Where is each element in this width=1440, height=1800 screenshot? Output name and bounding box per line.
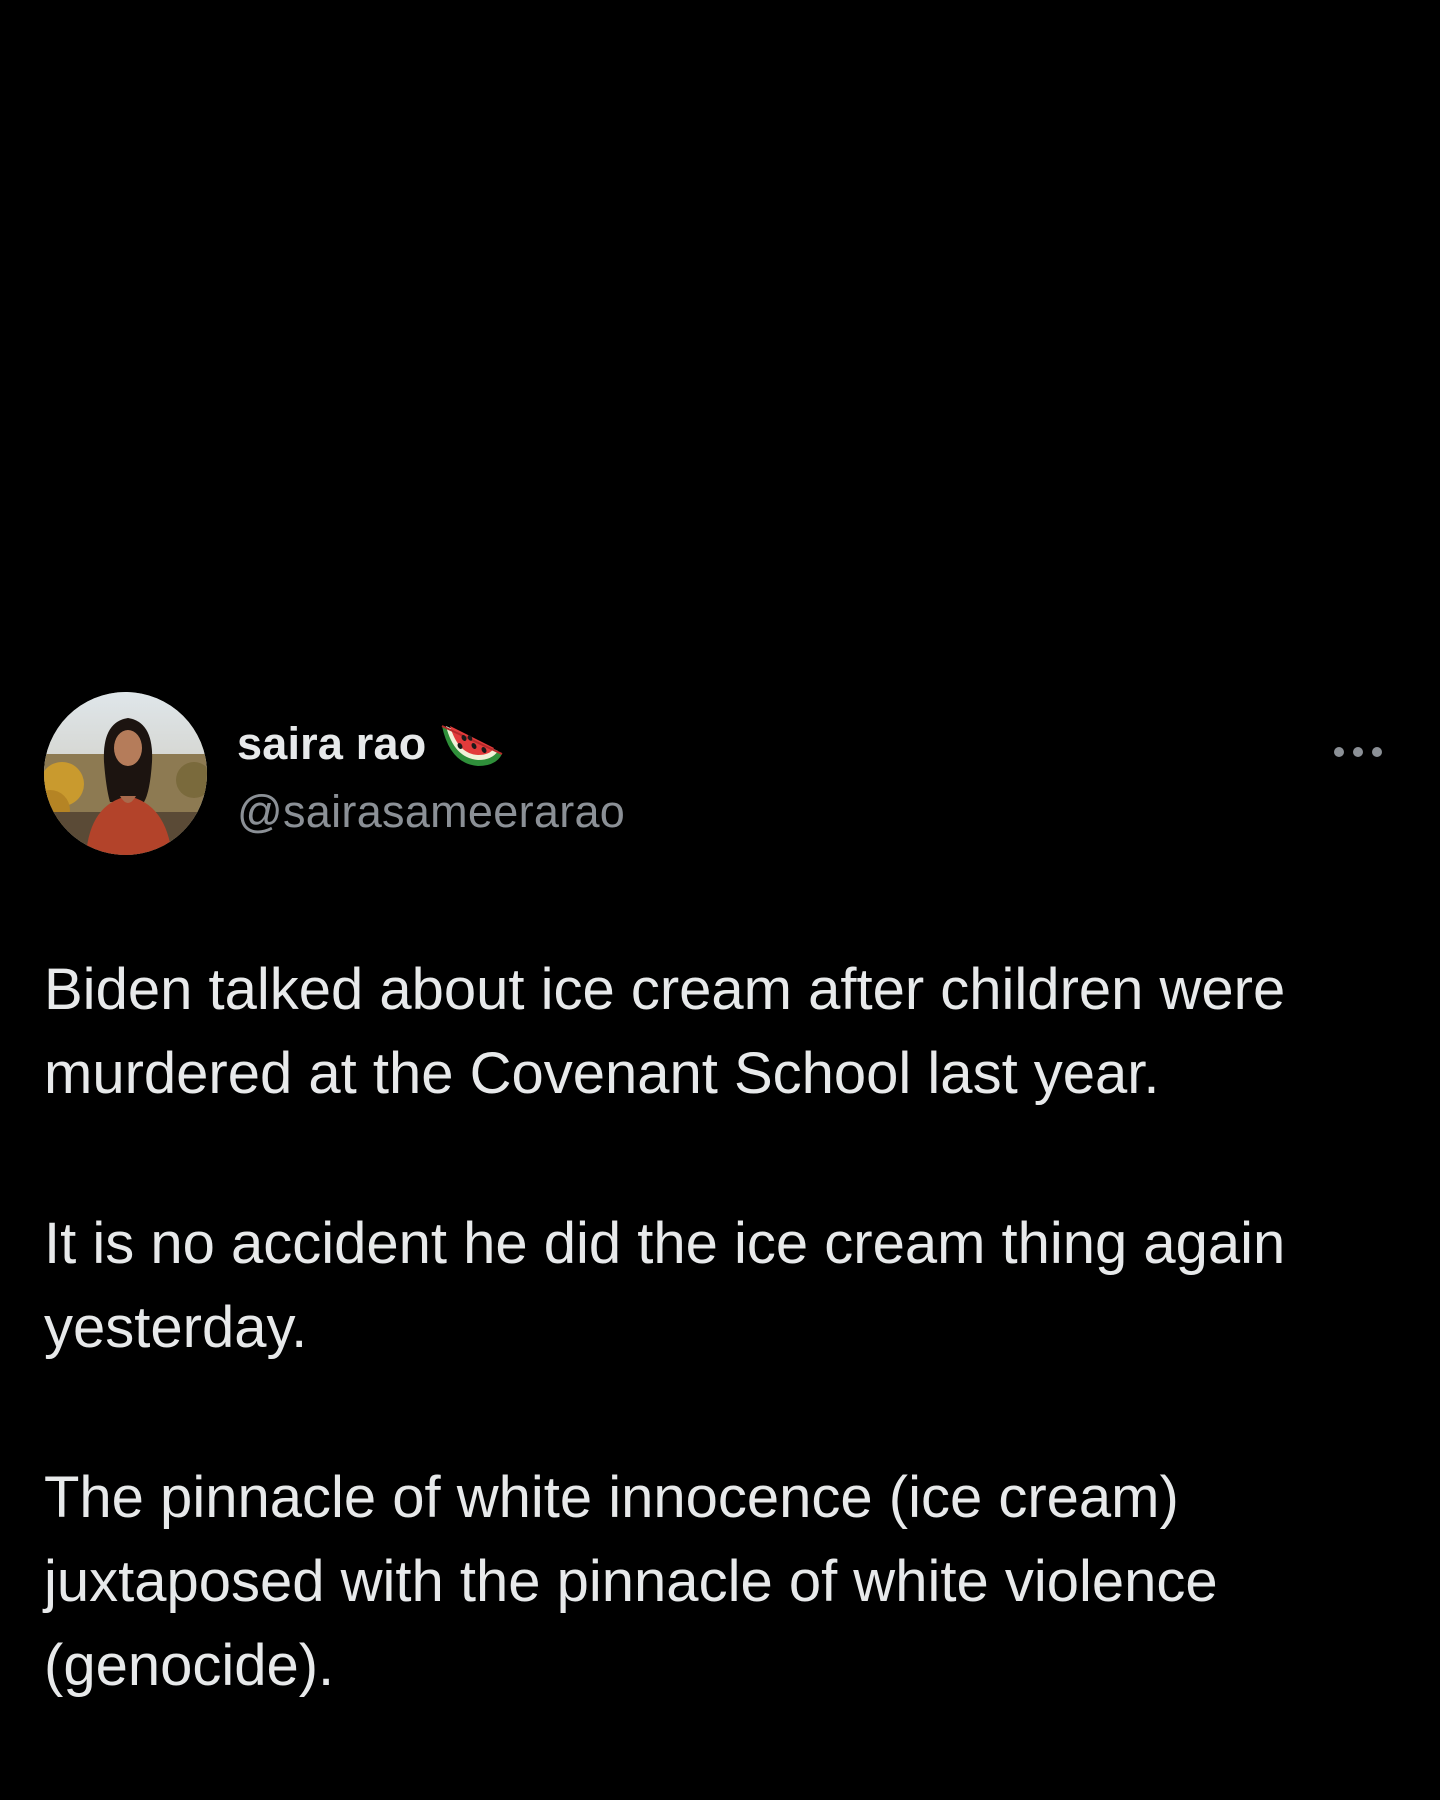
avatar[interactable] xyxy=(44,692,207,855)
display-name-row: saira rao xyxy=(237,714,625,774)
more-options-button[interactable] xyxy=(1328,732,1388,772)
user-handle[interactable]: @sairasameerarao xyxy=(237,786,625,838)
display-name[interactable]: saira rao xyxy=(237,718,426,770)
tweet: saira rao @sairasameerarao Biden talked … xyxy=(44,692,1396,1708)
more-horizontal-icon xyxy=(1334,747,1382,757)
tweet-paragraph: The pinnacle of white innocence (ice cre… xyxy=(44,1465,1218,1698)
tweet-paragraph: Biden talked about ice cream after child… xyxy=(44,957,1286,1106)
tweet-paragraph: It is no accident he did the ice cream t… xyxy=(44,1211,1286,1360)
tweet-header: saira rao @sairasameerarao xyxy=(44,692,1396,860)
avatar-image xyxy=(44,692,207,855)
tweet-text: Biden talked about ice cream after child… xyxy=(44,948,1396,1708)
author-identity: saira rao @sairasameerarao xyxy=(237,714,625,838)
watermelon-icon xyxy=(438,716,506,772)
